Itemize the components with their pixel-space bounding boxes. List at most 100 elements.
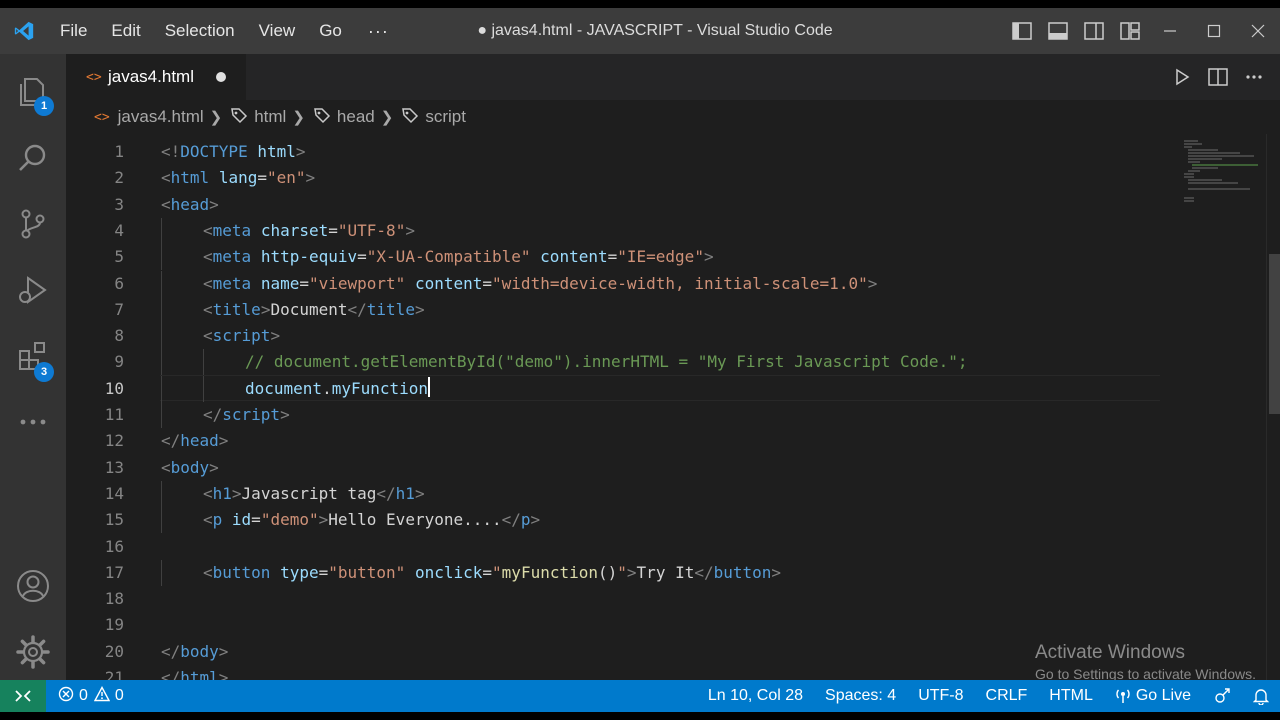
code-token: > — [218, 431, 229, 451]
source-control-icon[interactable] — [0, 194, 66, 254]
code-line[interactable]: 13 <body> — [66, 455, 1166, 481]
code-token: myFunction — [501, 562, 598, 582]
menu-file[interactable]: File — [48, 21, 99, 41]
toggle-primary-sidebar-icon[interactable] — [1004, 8, 1040, 54]
code-line[interactable]: 11 </script> — [66, 402, 1166, 428]
code-token: type — [280, 562, 319, 582]
line-number: 2 — [114, 168, 124, 188]
code-line[interactable]: 10 document.myFunction — [66, 375, 1166, 402]
watermark-title: Activate Windows — [1035, 642, 1185, 663]
code-line[interactable]: 1 <!DOCTYPE html> — [66, 139, 1166, 165]
code-line[interactable]: 20 </body> — [66, 639, 1166, 665]
cursor-position[interactable]: Ln 10, Col 28 — [697, 687, 814, 705]
code-line[interactable]: 3 <head> — [66, 192, 1166, 218]
code-line[interactable]: 19 — [66, 612, 1166, 638]
code-line[interactable]: 21 </html> — [66, 665, 1166, 680]
code-token: = — [318, 562, 329, 582]
more-views-icon[interactable] — [0, 392, 66, 452]
title-bar-controls — [1004, 8, 1280, 54]
code-line[interactable]: 12 </head> — [66, 428, 1166, 454]
close-icon[interactable] — [1236, 8, 1280, 54]
end-of-line[interactable]: CRLF — [975, 687, 1039, 705]
code-token: > — [295, 142, 306, 161]
breadcrumb-script[interactable]: script — [425, 107, 466, 127]
code-token: " — [492, 562, 502, 582]
menu-selection[interactable]: Selection — [153, 21, 247, 41]
breadcrumb-html[interactable]: html — [254, 107, 286, 127]
minimap[interactable] — [1170, 134, 1260, 680]
code-token: "UTF-8" — [337, 220, 406, 240]
line-text: <title>Document</title> — [203, 297, 425, 323]
notifications-bell-icon[interactable] — [1242, 687, 1280, 705]
error-icon — [58, 686, 74, 707]
go-live-button[interactable]: Go Live — [1104, 687, 1202, 705]
code-token: </ — [501, 510, 521, 530]
vertical-scrollbar[interactable] — [1266, 134, 1280, 680]
code-line[interactable]: 9 // document.getElementById("demo").inne… — [66, 349, 1166, 376]
indent-guide — [203, 349, 204, 376]
split-editor-icon[interactable] — [1200, 54, 1236, 100]
code-token: () — [598, 562, 618, 582]
code-line[interactable]: 2 <html lang="en"> — [66, 165, 1166, 191]
extensions-icon[interactable]: 3 — [0, 326, 66, 386]
code-line[interactable]: 16 — [66, 534, 1166, 560]
language-mode[interactable]: HTML — [1038, 687, 1104, 705]
more-actions-icon[interactable] — [1236, 54, 1272, 100]
run-icon[interactable] — [1164, 54, 1200, 100]
manage-gear-icon[interactable] — [0, 622, 66, 682]
menu-edit[interactable]: Edit — [99, 21, 152, 41]
remote-indicator-icon[interactable] — [0, 680, 46, 712]
code-editor[interactable]: 1 <!DOCTYPE html> 2 <html lang="en"> 3 <head>… — [66, 134, 1280, 680]
indentation[interactable]: Spaces: 4 — [814, 687, 907, 705]
code-token: content — [540, 247, 608, 267]
search-icon[interactable] — [0, 128, 66, 188]
problems-indicator[interactable]: 0 0 — [46, 685, 124, 707]
toggle-panel-icon[interactable] — [1040, 8, 1076, 54]
line-number: 15 — [104, 510, 124, 530]
customize-layout-icon[interactable] — [1112, 8, 1148, 54]
code-line[interactable]: 17 <button type="button" onclick="myFunct… — [66, 559, 1166, 586]
line-text: </body> — [161, 639, 228, 665]
vscode-logo-icon — [0, 8, 48, 54]
run-debug-icon[interactable] — [0, 260, 66, 320]
symbol-tag-icon — [230, 106, 248, 129]
toggle-secondary-sidebar-icon[interactable] — [1076, 8, 1112, 54]
menu-go[interactable]: Go — [307, 21, 354, 41]
code-token: document — [245, 378, 323, 398]
feedback-icon[interactable] — [1202, 687, 1242, 705]
code-line[interactable]: 6 <meta name="viewport" content="width=de… — [66, 270, 1166, 297]
line-text: </head> — [161, 428, 228, 454]
indent-guide — [203, 375, 204, 402]
maximize-icon[interactable] — [1192, 8, 1236, 54]
code-line[interactable]: 7 <title>Document</title> — [66, 296, 1166, 323]
accounts-icon[interactable] — [0, 556, 66, 616]
code-line[interactable]: 14 <h1>Javascript tag</h1> — [66, 480, 1166, 507]
tab-javas4-html[interactable]: <> javas4.html — [66, 54, 246, 100]
scrollbar-thumb[interactable] — [1269, 254, 1280, 414]
menu-bar: File Edit Selection View Go ··· — [48, 8, 403, 54]
code-token: . — [322, 378, 332, 398]
minimize-icon[interactable] — [1148, 8, 1192, 54]
extensions-badge: 3 — [34, 362, 54, 382]
menu-view[interactable]: View — [247, 21, 308, 41]
code-line[interactable]: 18 — [66, 586, 1166, 612]
breadcrumb-head[interactable]: head — [337, 107, 375, 127]
line-text: <p id="demo">Hello Everyone....</p> — [203, 507, 540, 533]
menu-more-button[interactable]: ··· — [354, 21, 403, 42]
indent-guide — [161, 349, 162, 376]
breadcrumb-file[interactable]: javas4.html — [118, 107, 204, 127]
code-line[interactable]: 15 <p id="demo">Hello Everyone....</p> — [66, 507, 1166, 534]
code-line[interactable]: 8 <script> — [66, 323, 1166, 350]
explorer-icon[interactable]: 1 — [0, 62, 66, 122]
code-token: = — [357, 247, 367, 267]
unsaved-dot-icon[interactable] — [216, 72, 226, 82]
indent-guide — [161, 244, 162, 271]
encoding[interactable]: UTF-8 — [907, 687, 974, 705]
code-token: body — [180, 641, 219, 661]
code-line[interactable]: 5 <meta http-equiv="X-UA-Compatible" cont… — [66, 244, 1166, 271]
code-line[interactable]: 4 <meta charset="UTF-8"> — [66, 217, 1166, 244]
code-token: = — [482, 562, 493, 582]
code-token: > — [209, 457, 219, 477]
code-token: < — [161, 168, 171, 188]
line-text: </script> — [203, 402, 290, 428]
